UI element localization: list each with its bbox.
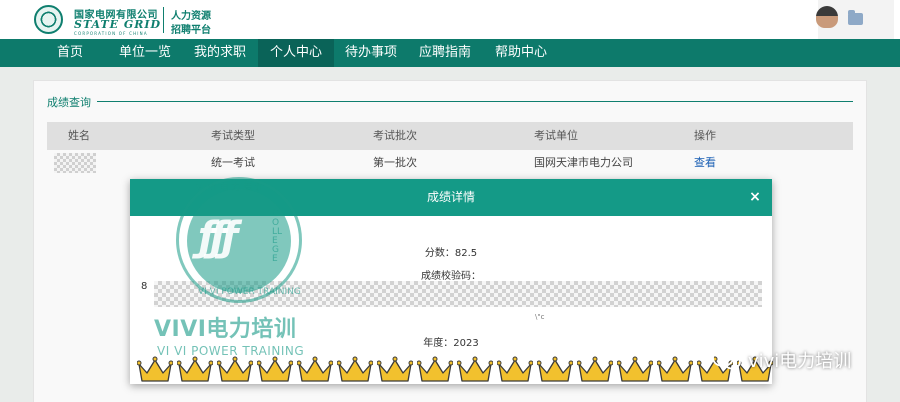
- main-nav: 首页 单位一览 我的求职 个人中心 待办事项 应聘指南 帮助中心: [0, 39, 900, 67]
- verify-code-tail: \"c: [535, 313, 545, 321]
- th-batch: 考试批次: [373, 129, 417, 142]
- crown-icon: [297, 356, 333, 384]
- nav-item-guide[interactable]: 应聘指南: [412, 39, 478, 67]
- watermark-ring-right: COLLEGE: [272, 209, 283, 264]
- wechat-icon: [712, 349, 742, 371]
- portal-title-line2: 招聘平台: [171, 25, 211, 36]
- nav-item-personal-center[interactable]: 个人中心: [258, 39, 334, 67]
- crown-icon: [177, 356, 213, 384]
- crown-icon: [337, 356, 373, 384]
- close-icon[interactable]: ×: [747, 189, 763, 205]
- crown-icon: [537, 356, 573, 384]
- watermark-text: VIVI电力培训: [154, 317, 297, 342]
- verify-code-prefix: 8: [141, 281, 148, 292]
- th-action: 操作: [694, 129, 716, 142]
- th-name: 姓名: [68, 129, 90, 142]
- site-header: 国家电网有限公司 STATE GRID CORPORATION OF CHINA…: [0, 0, 900, 39]
- view-link[interactable]: 查看: [694, 153, 716, 173]
- name-cell-redacted: [54, 153, 96, 173]
- section-divider: [97, 101, 853, 102]
- section-title: 成绩查询: [47, 96, 91, 109]
- cell-exam-type: 统一考试: [211, 156, 255, 169]
- th-exam-type: 考试类型: [211, 129, 255, 142]
- folder-icon[interactable]: [848, 10, 863, 25]
- crown-icon: [457, 356, 493, 384]
- watermark-ring-bottom: VI VI POWER TRAINING: [198, 287, 301, 297]
- table-header: 姓名 考试类型 考试批次 考试单位 操作: [47, 122, 853, 150]
- state-grid-logo-icon[interactable]: [34, 5, 63, 34]
- crown-icon: [217, 356, 253, 384]
- crown-icon: [577, 356, 613, 384]
- nav-item-todo[interactable]: 待办事项: [338, 39, 404, 67]
- crown-icon: [377, 356, 413, 384]
- nav-item-help[interactable]: 帮助中心: [488, 39, 554, 67]
- watermark-glyph-icon: ƒƒƒ: [198, 214, 238, 260]
- brand-name-en: STATE GRID: [74, 18, 162, 31]
- brand-name-en-sub: CORPORATION OF CHINA: [74, 31, 148, 36]
- logo-divider: [163, 7, 164, 33]
- crown-icon: [497, 356, 533, 384]
- crown-icon: [657, 356, 693, 384]
- crown-icon: [417, 356, 453, 384]
- user-avatar-icon[interactable]: [816, 6, 838, 28]
- nav-item-home[interactable]: 首页: [40, 39, 100, 67]
- crown-icon: [137, 356, 173, 384]
- crown-icon: [257, 356, 293, 384]
- portal-title-line1: 人力资源: [171, 11, 211, 22]
- wechat-badge-text: vivi电力培训: [748, 351, 852, 372]
- cell-unit: 国网天津市电力公司: [534, 156, 633, 169]
- nav-item-my-applications[interactable]: 我的求职: [186, 39, 254, 67]
- th-unit: 考试单位: [534, 129, 578, 142]
- watermark-ring-top: VI VI 电 力 培 训: [196, 183, 264, 193]
- nav-item-units[interactable]: 单位一览: [110, 39, 180, 67]
- crown-icon: [617, 356, 653, 384]
- cell-batch: 第一批次: [373, 156, 417, 169]
